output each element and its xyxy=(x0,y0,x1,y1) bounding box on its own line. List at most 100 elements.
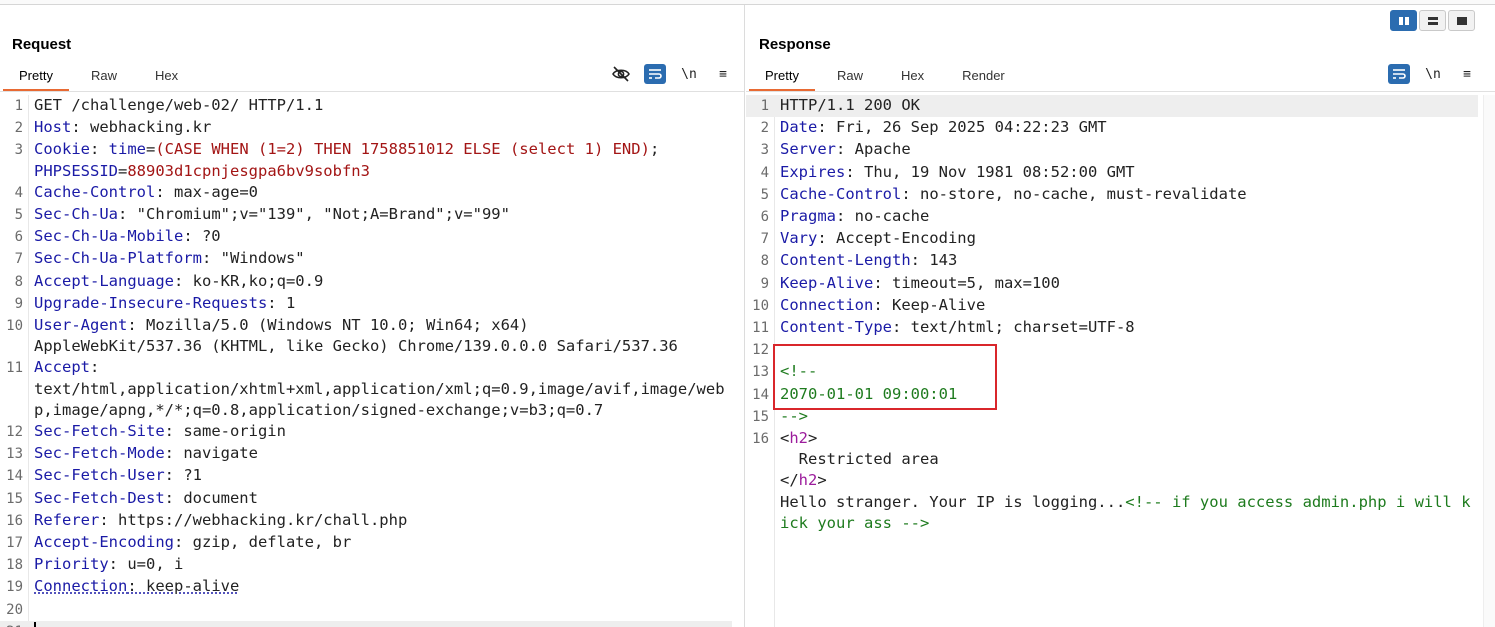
code-line: 12 Sec-Fetch-Site: same-origin xyxy=(0,421,732,443)
code-token: Expires xyxy=(780,162,846,181)
eye-off-icon[interactable] xyxy=(610,64,632,84)
code-line: 1 GET /challenge/web-02/ HTTP/1.1 xyxy=(0,95,732,117)
code-line: 1 HTTP/1.1 200 OK xyxy=(746,95,1478,118)
code-line: 2 Host: webhacking.kr xyxy=(0,117,732,139)
line-number: 3 xyxy=(14,142,23,159)
menu-icon[interactable]: ≡ xyxy=(712,64,734,84)
response-editor[interactable]: 1 HTTP/1.1 200 OK 2 Date: Fri, 26 Sep 2025 … xyxy=(746,95,1495,627)
code-token: Server xyxy=(780,140,836,159)
line-content: Cache-Control: no-store, no-cache, must-… xyxy=(774,184,1478,206)
line-content: Connection: keep-alive xyxy=(28,576,732,598)
code-token: Date xyxy=(780,118,818,137)
line-number: 18 xyxy=(6,557,23,574)
line-number: 16 xyxy=(6,512,23,529)
request-tab-raw[interactable]: Raw xyxy=(75,67,133,91)
line-number: 6 xyxy=(14,229,23,246)
code-line: 9 Keep-Alive: timeout=5, max=100 xyxy=(746,273,1478,295)
request-tab-hex[interactable]: Hex xyxy=(139,67,194,91)
response-tab-render[interactable]: Render xyxy=(946,67,1021,91)
line-content: Sec-Ch-Ua-Mobile: ?0 xyxy=(28,226,732,248)
line-content: Vary: Accept-Encoding xyxy=(774,228,1478,250)
code-token: Sec-Fetch-Mode xyxy=(34,444,165,463)
code-line: 11 Content-Type: text/html; charset=UTF-8 xyxy=(746,317,1478,339)
code-token: Sec-Ch-Ua xyxy=(34,205,118,224)
code-line: 20 xyxy=(0,599,732,621)
code-line: 18 Priority: u=0, i xyxy=(0,554,732,576)
code-token: : Thu, 19 Nov 1981 08:52:00 GMT xyxy=(845,162,1135,181)
code-token: h2 xyxy=(789,429,809,448)
code-token: 88903d1cpnjesgpa6bv9sobfn3 xyxy=(127,161,370,180)
code-line: 6 Pragma: no-cache xyxy=(746,206,1478,228)
code-token: = xyxy=(118,161,128,180)
code-line: 14 2070-01-01 09:00:01 xyxy=(746,384,1478,406)
code-token: : ?1 xyxy=(164,466,202,485)
menu-icon[interactable]: ≡ xyxy=(1456,64,1478,84)
line-number: 1 xyxy=(14,98,23,114)
code-token: Priority xyxy=(34,555,109,574)
request-tab-pretty[interactable]: Pretty xyxy=(3,67,69,91)
request-tabs: Pretty Raw Hex xyxy=(3,67,200,91)
line-number: 7 xyxy=(760,231,769,248)
word-wrap-icon[interactable] xyxy=(644,64,666,84)
code-token: Content-Type xyxy=(780,318,892,337)
code-token: Host xyxy=(34,118,72,137)
word-wrap-icon[interactable] xyxy=(1388,64,1410,84)
code-token: ; xyxy=(649,140,660,159)
code-line: 17 Accept-Encoding: gzip, deflate, br xyxy=(0,532,732,554)
line-content: Sec-Fetch-Mode: navigate xyxy=(28,443,732,465)
code-token: time xyxy=(108,140,146,159)
code-token: Accept-Encoding xyxy=(34,533,174,552)
code-line: 3 Server: Apache xyxy=(746,139,1478,161)
line-number: 13 xyxy=(752,364,769,381)
code-token: Pragma xyxy=(780,207,836,226)
code-line: 10 Connection: Keep-Alive xyxy=(746,295,1478,317)
request-panel: Request Pretty Raw Hex \n ≡ 1 GET /challe… xyxy=(0,5,745,627)
newline-toggle-icon[interactable]: \n xyxy=(678,64,700,84)
line-content: <h2> Restricted area </h2> Hello strange… xyxy=(774,428,1478,534)
code-line: 8 Content-Length: 143 xyxy=(746,250,1478,272)
code-token: User-Agent xyxy=(34,316,128,335)
code-token: 2070-01-01 09:00:01 xyxy=(780,384,958,403)
code-line: 10 User-Agent: Mozilla/5.0 (Windows NT 10… xyxy=(0,315,732,357)
request-editor[interactable]: 1 GET /challenge/web-02/ HTTP/1.1 2 Host: w… xyxy=(0,95,744,627)
code-token: : navigate xyxy=(164,444,258,463)
code-token: : xyxy=(90,140,109,159)
line-content: Accept-Encoding: gzip, deflate, br xyxy=(28,532,732,554)
code-token: : text/html; charset=UTF-8 xyxy=(891,318,1135,337)
line-number: 7 xyxy=(14,251,23,268)
line-content xyxy=(28,599,732,621)
line-number: 4 xyxy=(760,164,769,181)
request-tools: \n ≡ xyxy=(610,64,734,84)
code-token: <!-- xyxy=(780,362,818,381)
line-content: Keep-Alive: timeout=5, max=100 xyxy=(774,273,1478,295)
code-line: 19 Connection: keep-alive xyxy=(0,576,732,598)
line-number: 9 xyxy=(760,275,769,292)
code-token: : 1 xyxy=(267,293,296,312)
code-token: Vary xyxy=(780,229,818,248)
line-content: Sec-Fetch-User: ?1 xyxy=(28,465,732,487)
code-token: : gzip, deflate, br xyxy=(173,533,352,552)
line-number: 12 xyxy=(6,424,23,441)
code-line: 16 Referer: https://webhacking.kr/chall.p… xyxy=(0,510,732,532)
line-content: Sec-Ch-Ua: "Chromium";v="139", "Not;A=Br… xyxy=(28,204,732,226)
code-token: Cache-Control xyxy=(780,184,902,203)
newline-toggle-icon[interactable]: \n xyxy=(1422,64,1444,84)
code-token: : Apache xyxy=(836,140,911,159)
line-content: Accept: text/html,application/xhtml+xml,… xyxy=(28,357,732,421)
line-content: HTTP/1.1 200 OK xyxy=(774,95,1478,117)
response-scrollbar[interactable] xyxy=(1483,95,1495,627)
code-token: Referer xyxy=(34,510,100,529)
response-tab-hex[interactable]: Hex xyxy=(885,67,940,91)
code-token: : text/html,application/xhtml+xml,applic… xyxy=(34,358,725,419)
line-content: GET /challenge/web-02/ HTTP/1.1 xyxy=(28,95,732,117)
response-tab-pretty[interactable]: Pretty xyxy=(749,67,815,91)
code-line: 21 xyxy=(0,620,732,627)
code-line: 13 <!-- xyxy=(746,361,1478,383)
response-tab-raw[interactable]: Raw xyxy=(821,67,879,91)
line-content: Content-Type: text/html; charset=UTF-8 xyxy=(774,317,1478,339)
code-token: : no-cache xyxy=(836,207,930,226)
line-content: Host: webhacking.kr xyxy=(28,117,732,139)
code-line: 5 Sec-Ch-Ua: "Chromium";v="139", "Not;A=B… xyxy=(0,204,732,226)
code-token: : timeout=5, max=100 xyxy=(873,273,1060,292)
code-line: 4 Expires: Thu, 19 Nov 1981 08:52:00 GMT xyxy=(746,162,1478,184)
